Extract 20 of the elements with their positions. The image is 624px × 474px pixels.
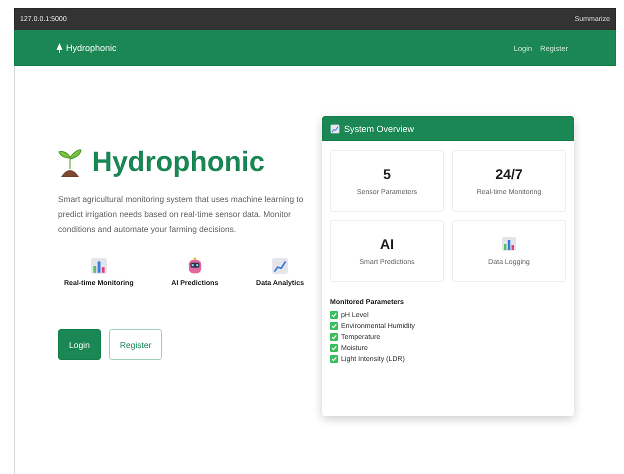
brand-link[interactable]: Hydrophonic xyxy=(66,43,117,53)
stat-value: 24/7 xyxy=(495,166,523,182)
chart-icon xyxy=(501,236,517,252)
stat-value: 5 xyxy=(383,166,391,182)
seedling-icon xyxy=(58,147,82,177)
check-icon xyxy=(330,322,338,330)
card-title: System Overview xyxy=(344,124,414,134)
login-button[interactable]: Login xyxy=(58,329,101,360)
trend-icon xyxy=(271,257,289,275)
tree-icon xyxy=(56,43,63,53)
check-icon xyxy=(330,344,338,352)
hero-title: Hydrophonic xyxy=(92,146,265,178)
check-icon xyxy=(330,311,338,319)
check-icon xyxy=(330,355,338,363)
stat-value: AI xyxy=(380,236,394,252)
chart-icon xyxy=(90,257,108,275)
hero-description: Smart agricultural monitoring system that uses machine learning to predict irrigation needs based on real-time sensor data. Monitor conditions and automate your farming decisions. xyxy=(58,193,304,236)
register-button[interactable]: Register xyxy=(108,329,162,360)
check-icon xyxy=(330,333,338,341)
trend-icon xyxy=(330,124,340,134)
